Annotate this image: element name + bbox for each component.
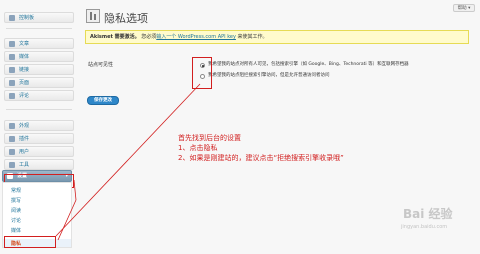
wordpress-admin-privacy-page: 控制板 文章 媒体 链接 页面 评论 外观 插件 用户 工具 设置 ▾ 常规 撰… (0, 0, 480, 254)
arrow-settings-down (73, 179, 77, 201)
baidu-jingyan-watermark: Bai 经验 jingyan.baidu.com (385, 198, 475, 238)
watermark-brand: Bai 经验 (403, 207, 453, 221)
instruction-annotation: 首先找到后台的设置 1、点击隐私 2、如果是刚建站的，建议点击“拒绝搜索引擎收录… (178, 133, 344, 163)
annotation-line-1: 首先找到后台的设置 (178, 134, 241, 142)
arrow-settings-to-privacy (57, 199, 77, 241)
watermark-url: jingyan.baidu.com (401, 224, 448, 230)
annotation-line-2: 1、点击隐私 (178, 144, 218, 152)
annotation-line-3: 2、如果是刚建站的，建议点击“拒绝搜索引擎收录哦” (178, 154, 344, 162)
